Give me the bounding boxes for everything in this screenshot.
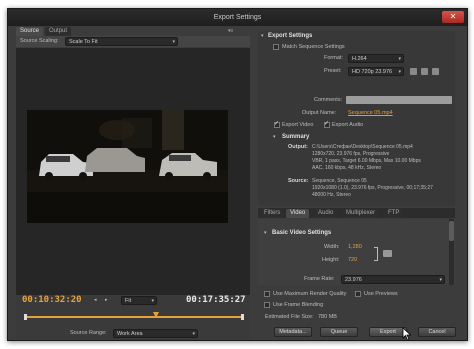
title-bar: Export Settings ✕ [8,9,467,26]
link-bracket [374,247,378,261]
file-size-label: Estimated File Size: [265,314,314,320]
export-audio-label: Export Audio [332,122,364,128]
video-preview-frame [27,110,228,223]
tab-video[interactable]: Video [286,209,310,218]
preset-label: Preset: [324,68,342,74]
format-dropdown[interactable]: H.264 ▾ [348,54,404,63]
match-sequence-label: Match Sequence Settings [282,44,345,50]
panel-menu-icon[interactable]: ▾≡ [228,28,233,35]
mark-out-icon[interactable]: ▸ [105,297,108,304]
summary-heading: Summary [282,134,310,140]
frame-blending-checkbox[interactable] [264,302,270,308]
comments-input[interactable] [346,96,452,104]
height-value[interactable]: 720 [348,257,357,263]
delete-preset-icon[interactable] [432,68,439,75]
output-name-label: Output Name: [302,110,337,116]
mouse-cursor-icon [402,327,412,340]
format-value: H.264 [352,56,367,62]
chevron-down-icon: ▾ [398,69,401,75]
work-area-bar [24,316,244,318]
tab-output[interactable]: Output [45,27,72,36]
width-value[interactable]: 1,280 [348,244,362,250]
queue-button[interactable]: Queue [320,327,358,337]
tab-multiplexer[interactable]: Multiplexer [342,209,380,218]
video-frame-image [27,110,228,223]
source-scaling-value: Scale To Fit [69,39,98,45]
close-button[interactable]: ✕ [442,11,464,23]
close-icon: ✕ [449,12,457,21]
chevron-down-icon: ▾ [192,331,195,337]
summary-source-line: Sequence, Sequence 05 [312,178,367,184]
mark-in-icon[interactable]: ◂ [94,297,97,304]
source-range-label: Source Range: [70,330,107,336]
file-size-value: 780 MB [318,314,337,320]
summary-triangle-icon[interactable]: ▾ [273,134,276,141]
frame-rate-dropdown[interactable]: 23.976 ▾ [341,275,445,284]
width-label: Width: [324,244,340,250]
export-settings-window: Export Settings ✕ Source Output ▾≡ Sourc… [7,8,468,341]
chain-link-icon[interactable] [383,250,392,257]
video-settings-scrollbar[interactable] [449,219,454,285]
source-scaling-dropdown[interactable]: Scale To Fit ▾ [65,37,178,46]
import-preset-icon[interactable] [421,68,428,75]
basic-video-heading: Basic Video Settings [272,230,332,236]
summary-output-line: AAC, 160 kbps, 48 kHz, Stereo [312,165,382,171]
frame-rate-value: 23.976 [345,277,362,283]
summary-output-block: C:\Users\Стефан\Desktop\Sequence 05.mp4 … [312,144,421,172]
summary-output-label: Output: [288,144,308,150]
chevron-down-icon: ▾ [398,56,401,62]
zoom-fit-value: Fit [125,298,132,304]
format-label: Format: [324,55,343,61]
chevron-down-icon: ▾ [172,39,175,45]
export-video-checkbox[interactable] [274,120,280,128]
summary-output-line: 1280x720, 23.976 fps, Progressive [312,151,390,157]
duration-timecode: 00:17:35:27 [186,295,246,305]
preset-dropdown[interactable]: HD 720p 23.976 ▾ [348,67,404,76]
summary-output-line: VBR, 1 pass, Target 6.00 Mbps, Max 10.00… [312,158,421,164]
match-sequence-checkbox[interactable] [273,44,279,50]
tab-source[interactable]: Source [16,27,44,36]
summary-source-block: Sequence, Sequence 05 1920x1080 (1.0), 2… [312,178,433,199]
tab-audio[interactable]: Audio [314,209,338,218]
summary-source-line: 1920x1080 (1.0), 23.976 fps, Progressive… [312,185,433,191]
output-name-link[interactable]: Sequence 05.mp4 [348,110,393,116]
basic-video-triangle-icon[interactable]: ▾ [264,230,267,237]
frame-blending-label: Use Frame Blending [273,302,324,308]
source-range-value: Work Area [117,331,143,337]
comments-label: Comments: [314,97,343,103]
max-render-checkbox[interactable] [264,291,270,297]
cancel-button[interactable]: Cancel [418,327,456,337]
export-audio-checkbox[interactable] [324,120,330,128]
tab-ftp[interactable]: FTP [384,209,404,218]
chevron-down-icon: ▾ [151,298,154,304]
summary-source-line: 48000 Hz, Stereo [312,192,351,198]
out-point-handle[interactable] [241,314,244,320]
source-range-dropdown[interactable]: Work Area ▾ [113,329,198,338]
use-previews-label: Use Previews [364,291,398,297]
chevron-down-icon: ▾ [439,277,442,283]
scrollbar-thumb[interactable] [449,221,454,241]
height-label: Height: [322,257,340,263]
timeline-track[interactable] [24,312,244,320]
tab-filters[interactable]: Filters [260,209,285,218]
use-previews-checkbox[interactable] [355,291,361,297]
save-preset-icon[interactable] [410,68,417,75]
in-point-handle[interactable] [24,314,27,320]
zoom-fit-dropdown[interactable]: Fit ▾ [121,296,157,305]
current-timecode[interactable]: 00:10:32:20 [22,295,82,305]
frame-rate-label: Frame Rate: [304,276,335,282]
export-video-label: Export Video [282,122,314,128]
collapse-triangle-icon[interactable]: ▾ [261,33,264,40]
source-scaling-label: Source Scaling: [20,38,59,44]
export-settings-heading: Export Settings [268,33,313,39]
metadata-button[interactable]: Metadata... [274,327,312,337]
summary-output-line: C:\Users\Стефан\Desktop\Sequence 05.mp4 [312,144,413,150]
preset-value: HD 720p 23.976 [352,69,393,75]
window-title: Export Settings [213,14,262,21]
max-render-label: Use Maximum Render Quality [273,291,347,297]
summary-source-label: Source: [288,178,309,184]
